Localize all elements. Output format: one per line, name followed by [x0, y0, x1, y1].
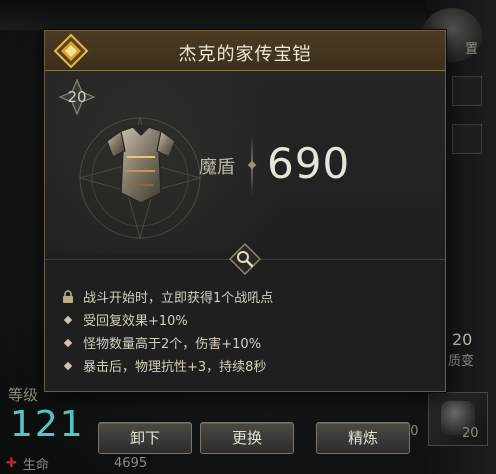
effect-text: 战斗开始时，立即获得1个战吼点	[83, 291, 274, 306]
effect-text: 受回复效果+10%	[83, 314, 188, 329]
refine-button[interactable]: 精炼	[316, 422, 410, 454]
lock-icon	[61, 289, 83, 304]
level-label: 等级	[8, 386, 39, 404]
side-slot-icon[interactable]	[452, 76, 482, 106]
unequip-button[interactable]: 卸下	[98, 422, 192, 454]
effect-list: 战斗开始时，立即获得1个战吼点 受回复效果+10% 怪物数量高于2个，伤害+10…	[61, 285, 431, 377]
hp-value: 4695	[114, 456, 148, 471]
diamond-bullet-icon	[61, 361, 83, 370]
top-right-label: 置	[464, 42, 478, 57]
slot-level-right: 20	[462, 426, 479, 441]
background-top-art	[0, 0, 496, 30]
item-name: 杰克的家传宝铠	[178, 44, 312, 65]
item-level: 20	[67, 88, 87, 106]
diamond-bullet-icon	[61, 338, 83, 347]
side-slot-label: 质变	[448, 354, 475, 369]
tooltip-title-bar: 杰克的家传宝铠	[45, 31, 445, 71]
effect-text: 怪物数量高于2个，伤害+10%	[83, 337, 262, 352]
effect-item: 战斗开始时，立即获得1个战吼点	[61, 285, 431, 308]
replace-button[interactable]: 更换	[200, 422, 294, 454]
diamond-bullet-icon	[61, 315, 83, 324]
side-slot-icon[interactable]	[452, 124, 482, 154]
effect-item: 受回复效果+10%	[61, 308, 431, 331]
equipped-armor-slot[interactable]	[428, 392, 488, 446]
effect-item: 怪物数量高于2个，伤害+10%	[61, 331, 431, 354]
magnifier-icon[interactable]	[229, 243, 261, 275]
effect-item: 暴击后，物理抗性+3，持续8秒	[61, 354, 431, 377]
health-cross-icon: ✚	[6, 456, 17, 471]
hp-row: ✚ 生命	[6, 454, 49, 473]
level-value: 121	[10, 404, 85, 445]
item-tooltip: 杰克的家传宝铠 20 魔盾 690 战斗开始时，立即获得1个战吼点 受回复效果+…	[44, 30, 446, 392]
side-slot-level: 20	[452, 330, 473, 349]
stat-label: 魔盾	[199, 157, 235, 178]
effect-text: 暴击后，物理抗性+3，持续8秒	[83, 360, 267, 375]
armor-chestplate-icon	[106, 125, 176, 204]
stat-value: 690	[267, 139, 351, 188]
hp-label: 生命	[22, 458, 49, 473]
